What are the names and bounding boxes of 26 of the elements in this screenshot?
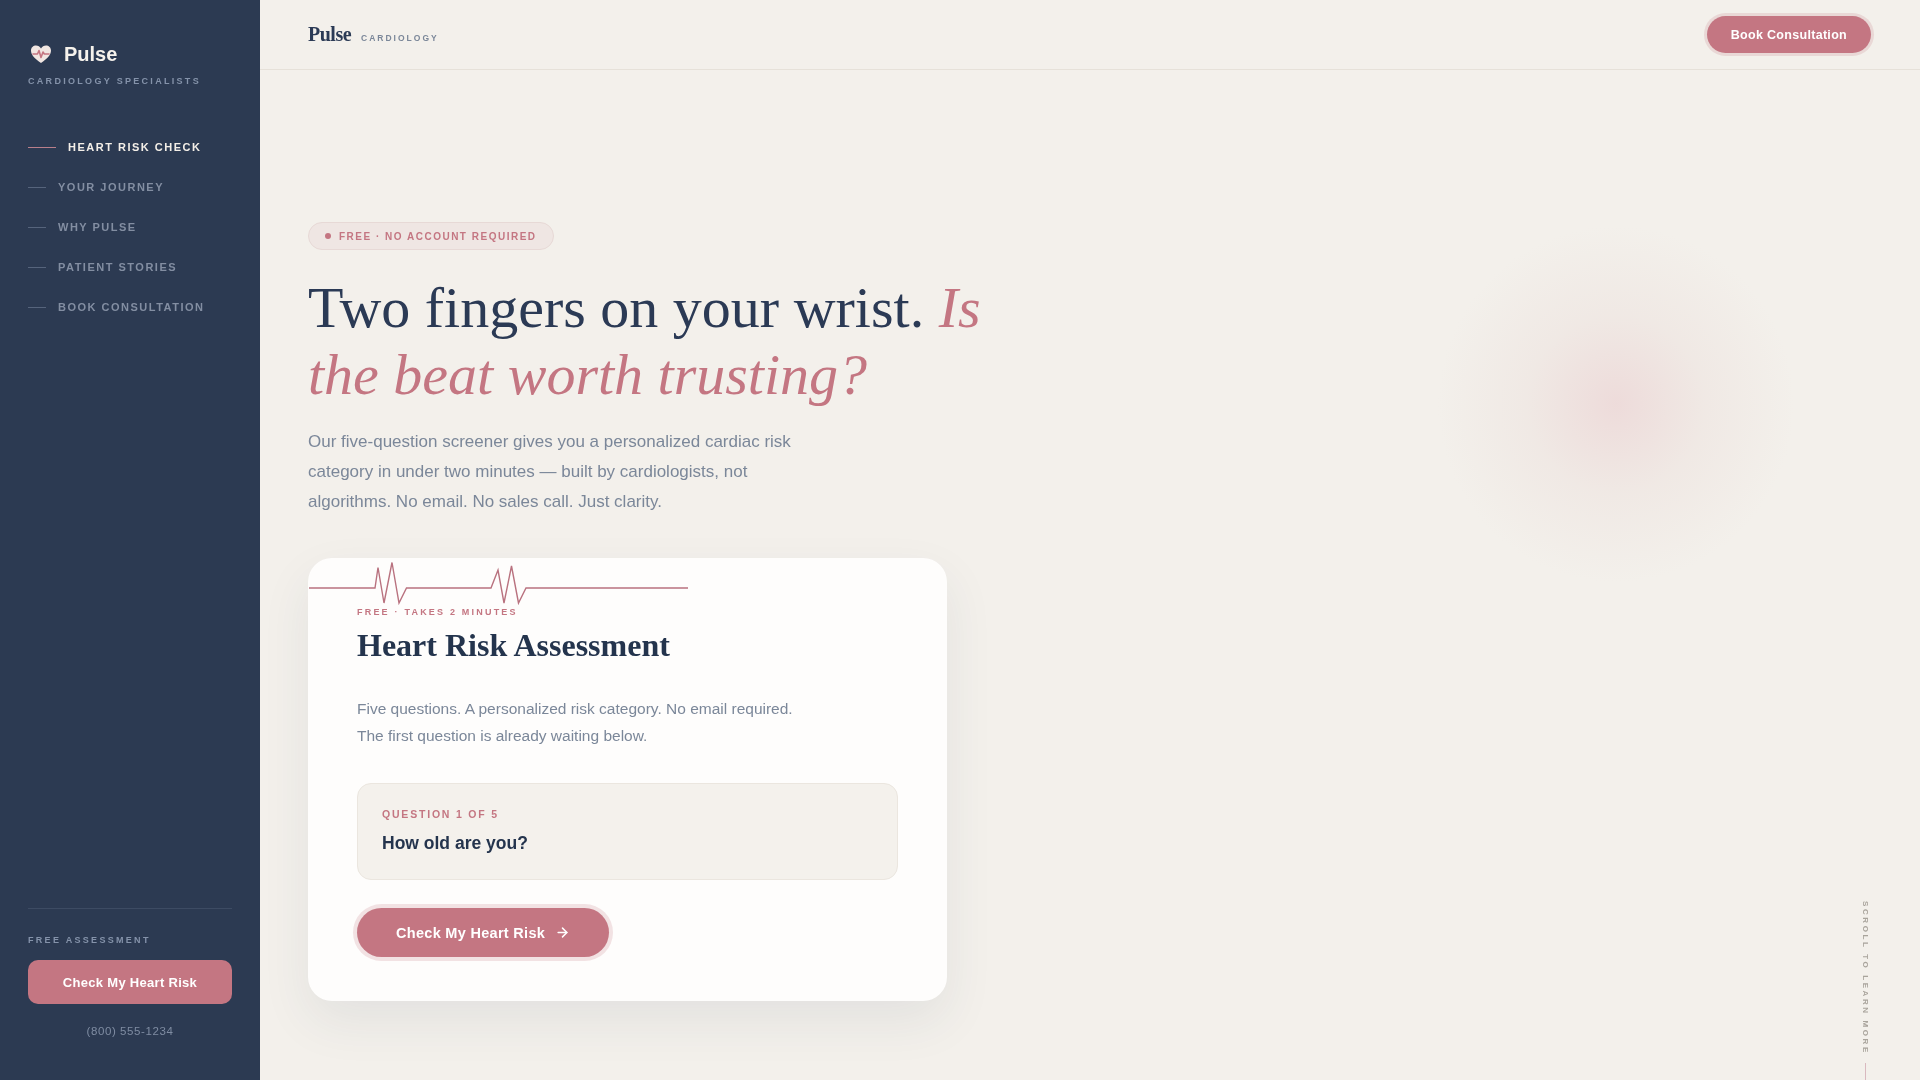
phone-number: (800) 555-1234 bbox=[85, 1024, 175, 1038]
nav-link[interactable]: WHY PULSE bbox=[28, 207, 232, 247]
nav-link[interactable]: HEART RISK CHECK bbox=[28, 127, 232, 167]
card-eyebrow: FREE · TAKES 2 MINUTES bbox=[357, 606, 518, 619]
badge-text: FREE · NO ACCOUNT REQUIRED bbox=[339, 230, 537, 242]
nav-link[interactable]: PATIENT STORIES bbox=[28, 247, 232, 287]
book-consultation-button[interactable]: Book Consultation bbox=[1706, 16, 1871, 53]
header-brand: Pulse bbox=[308, 23, 352, 46]
hero-lead: Our five-question screener gives you a personalized cardiac risk category in under two minutes — built by cardiologists, not algorithms. No email. No sales call. Just clarity. bbox=[308, 431, 792, 513]
heart-pulse-icon bbox=[30, 44, 52, 64]
header-subtitle: CARDIOLOGY bbox=[361, 33, 439, 43]
card-title: Heart Risk Assessment bbox=[357, 626, 670, 665]
brand-tagline: CARDIOLOGY SPECIALISTS bbox=[28, 76, 202, 87]
hero-headline: Two fingers on your wrist. Is the beat worth trusting? bbox=[308, 274, 982, 408]
question-text: How old are you? bbox=[382, 832, 529, 855]
card-text: Five questions. A personalized risk category. No email required. The first question is already waiting below. bbox=[357, 699, 794, 746]
dot-icon bbox=[325, 233, 331, 239]
nav-link[interactable]: BOOK CONSULTATION bbox=[28, 287, 232, 327]
scroll-hint: SCROLL TO LEARN MORE bbox=[1861, 901, 1870, 1055]
check-risk-button[interactable]: Check My Heart Risk bbox=[28, 960, 232, 1004]
brand-name: Pulse bbox=[64, 42, 118, 66]
cta-label: FREE ASSESSMENT bbox=[28, 935, 152, 946]
check-risk-button[interactable]: Check My Heart Risk bbox=[357, 908, 610, 958]
question-label: QUESTION 1 OF 5 bbox=[382, 808, 500, 821]
nav-link[interactable]: YOUR JOURNEY bbox=[28, 167, 232, 207]
arrow-right-icon bbox=[555, 925, 571, 941]
